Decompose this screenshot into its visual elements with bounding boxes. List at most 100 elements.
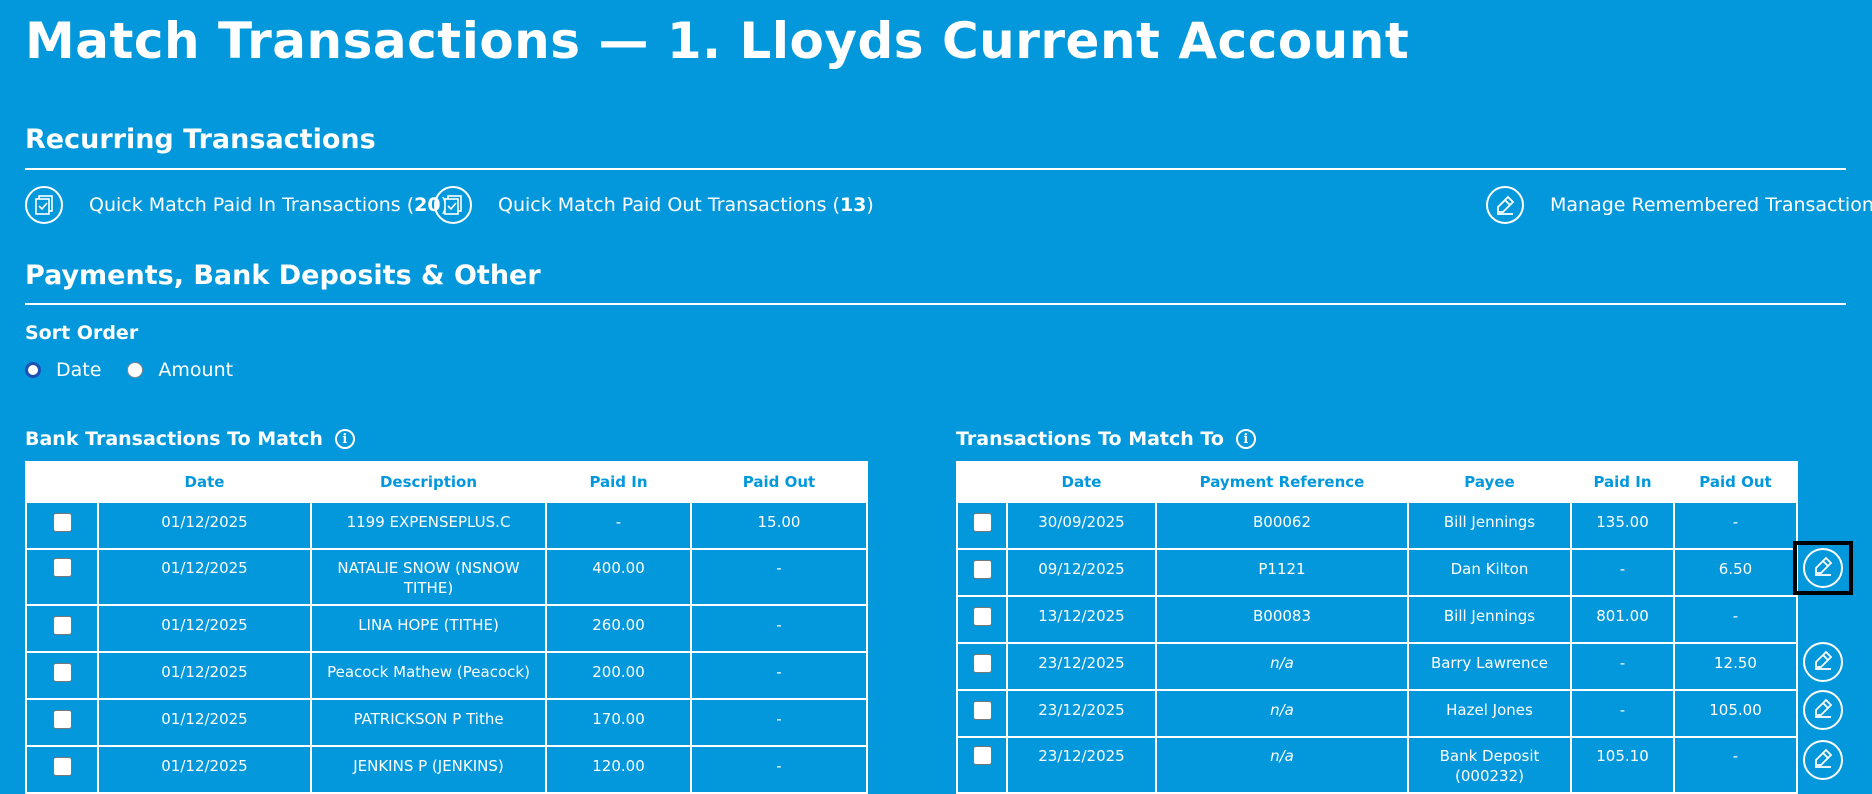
cell-description: Peacock Mathew (Peacock)	[310, 651, 547, 700]
column-header-date[interactable]: Date	[97, 461, 312, 503]
manage-remembered-transactions-link[interactable]: Manage Remembered Transactions	[1486, 183, 1872, 227]
edit-pencil-icon	[1811, 648, 1835, 676]
manage-remembered-label: Manage Remembered Transactions	[1550, 194, 1872, 216]
cell-date: 13/12/2025	[1006, 595, 1157, 644]
table-row[interactable]: 01/12/2025 LINA HOPE (TITHE) 260.00 -	[25, 604, 868, 653]
table-row[interactable]: 01/12/2025 PATRICKSON P Tithe 170.00 -	[25, 698, 868, 747]
column-header-paid-out[interactable]: Paid Out	[1673, 461, 1798, 503]
sort-date-radio[interactable]	[25, 362, 41, 378]
row-checkbox[interactable]	[972, 654, 992, 673]
row-checkbox[interactable]	[52, 616, 72, 635]
cell-date: 01/12/2025	[97, 745, 312, 794]
match-to-table: Date Payment Reference Payee Paid In Pai…	[956, 461, 1798, 794]
row-checkbox[interactable]	[52, 757, 72, 776]
quick-match-paid-out-label: Quick Match Paid Out Transactions (13)	[498, 194, 874, 216]
row-select-cell	[956, 689, 1008, 738]
table-row[interactable]: 23/12/2025 n/a Bank Deposit (000232) 105…	[956, 736, 1798, 794]
cell-date: 01/12/2025	[97, 651, 312, 700]
sort-order-radio-group: Date Amount	[25, 359, 259, 381]
sort-option-amount[interactable]: Amount	[127, 359, 233, 381]
info-icon[interactable]: i	[1235, 429, 1256, 449]
table-row[interactable]: 01/12/2025 NATALIE SNOW (NSNOW TITHE) 40…	[25, 548, 868, 606]
quick-match-paid-out-link[interactable]: Quick Match Paid Out Transactions (13)	[434, 183, 874, 227]
column-header-paid-in[interactable]: Paid In	[545, 461, 692, 503]
row-checkbox[interactable]	[52, 513, 72, 532]
cell-date: 01/12/2025	[97, 548, 312, 606]
cell-payee: Bill Jennings	[1407, 595, 1572, 644]
edit-transaction-button[interactable]	[1803, 740, 1843, 780]
row-select-cell	[956, 736, 1008, 794]
cell-paid-in: 400.00	[545, 548, 692, 606]
cell-reference: P1121	[1155, 548, 1409, 597]
edit-transaction-button[interactable]	[1803, 642, 1843, 682]
row-select-cell	[25, 548, 99, 606]
table-row[interactable]: 30/09/2025 B00062 Bill Jennings 135.00 -	[956, 501, 1798, 550]
cell-description: NATALIE SNOW (NSNOW TITHE)	[310, 548, 547, 606]
sort-amount-label: Amount	[158, 359, 234, 381]
row-select-cell	[25, 745, 99, 794]
cell-paid-in: -	[1570, 689, 1675, 738]
match-to-title-text: Transactions To Match To	[956, 428, 1224, 450]
column-header-paid-in[interactable]: Paid In	[1570, 461, 1675, 503]
cell-description: 1199 EXPENSEPLUS.C	[310, 501, 547, 550]
edit-pencil-icon	[1811, 696, 1835, 724]
column-header-payment-reference[interactable]: Payment Reference	[1155, 461, 1409, 503]
cell-reference: B00062	[1155, 501, 1409, 550]
column-header-paid-out[interactable]: Paid Out	[690, 461, 868, 503]
table-row[interactable]: 23/12/2025 n/a Hazel Jones - 105.00	[956, 689, 1798, 738]
row-checkbox[interactable]	[972, 701, 992, 720]
cell-reference: n/a	[1155, 689, 1409, 738]
quick-match-paid-out-count: 13	[839, 194, 867, 216]
cell-payee: Bill Jennings	[1407, 501, 1572, 550]
sort-option-date[interactable]: Date	[25, 359, 101, 381]
section-divider	[25, 168, 1846, 170]
row-checkbox[interactable]	[972, 560, 992, 579]
info-icon[interactable]: i	[334, 429, 355, 449]
sort-amount-radio[interactable]	[127, 362, 144, 378]
row-checkbox[interactable]	[52, 663, 72, 682]
table-row[interactable]: 09/12/2025 P1121 Dan Kilton - 6.50	[956, 548, 1798, 597]
edit-transaction-button[interactable]	[1803, 548, 1843, 588]
cell-payee: Barry Lawrence	[1407, 642, 1572, 691]
column-header-select	[956, 461, 1008, 503]
bank-transactions-title: Bank Transactions To Match i	[25, 428, 355, 450]
table-row[interactable]: 01/12/2025 1199 EXPENSEPLUS.C - 15.00	[25, 501, 868, 550]
sort-order-label: Sort Order	[25, 322, 139, 344]
row-select-cell	[956, 548, 1008, 597]
recurring-section-title: Recurring Transactions	[25, 124, 376, 155]
row-checkbox[interactable]	[52, 710, 72, 729]
row-select-cell	[956, 595, 1008, 644]
section-divider	[25, 303, 1846, 305]
cell-description: JENKINS P (JENKINS)	[310, 745, 547, 794]
cell-reference: n/a	[1155, 736, 1409, 794]
cell-date: 23/12/2025	[1006, 736, 1157, 794]
checklist-icon	[25, 186, 63, 224]
cell-date: 01/12/2025	[97, 501, 312, 550]
edit-transaction-button[interactable]	[1803, 690, 1843, 730]
table-row[interactable]: 01/12/2025 JENKINS P (JENKINS) 120.00 -	[25, 745, 868, 794]
edit-pencil-icon	[1486, 186, 1524, 224]
table-row[interactable]: 23/12/2025 n/a Barry Lawrence - 12.50	[956, 642, 1798, 691]
column-header-payee[interactable]: Payee	[1407, 461, 1572, 503]
cell-paid-out: -	[1673, 501, 1798, 550]
match-to-title: Transactions To Match To i	[956, 428, 1256, 450]
row-checkbox[interactable]	[52, 558, 72, 577]
row-checkbox[interactable]	[972, 513, 992, 532]
cell-paid-in: 801.00	[1570, 595, 1675, 644]
table-row[interactable]: 13/12/2025 B00083 Bill Jennings 801.00 -	[956, 595, 1798, 644]
cell-paid-in: -	[1570, 548, 1675, 597]
cell-payee: Hazel Jones	[1407, 689, 1572, 738]
bank-transactions-table: Date Description Paid In Paid Out 01/12/…	[25, 461, 868, 794]
cell-paid-out: 105.00	[1673, 689, 1798, 738]
bank-transactions-title-text: Bank Transactions To Match	[25, 428, 323, 450]
column-header-description[interactable]: Description	[310, 461, 547, 503]
row-select-cell	[956, 501, 1008, 550]
column-header-date[interactable]: Date	[1006, 461, 1157, 503]
row-select-cell	[25, 651, 99, 700]
row-checkbox[interactable]	[972, 746, 992, 765]
table-row[interactable]: 01/12/2025 Peacock Mathew (Peacock) 200.…	[25, 651, 868, 700]
cell-date: 23/12/2025	[1006, 642, 1157, 691]
quick-match-paid-in-link[interactable]: Quick Match Paid In Transactions (20)	[25, 183, 448, 227]
cell-date: 01/12/2025	[97, 604, 312, 653]
row-checkbox[interactable]	[972, 607, 992, 626]
